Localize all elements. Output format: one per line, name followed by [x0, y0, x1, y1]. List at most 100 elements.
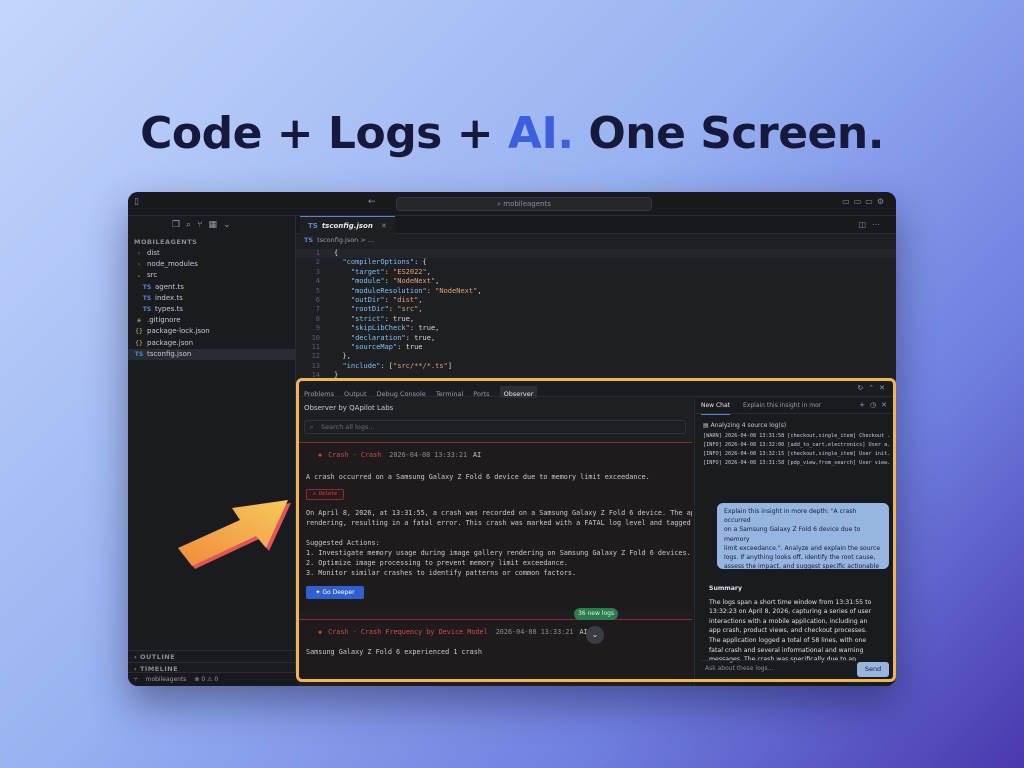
- code-line[interactable]: 5 "moduleResolution": "NodeNext",: [296, 287, 896, 296]
- sidebar-toolbar: ❐⌕⑂▦⌄: [128, 216, 295, 236]
- code-text: "declaration": true,: [350, 333, 436, 342]
- source-log-line[interactable]: [INFO] 2026-04-08 13:32:15 [checkout,sin…: [703, 450, 891, 459]
- file-tree-item[interactable]: TS tsconfig.json: [128, 348, 295, 360]
- source-log-line[interactable]: [WARN] 2026-04-08 13:31:58 [checkout,sin…: [703, 432, 891, 441]
- file-tree-item[interactable]: ◈ .gitignore: [128, 315, 295, 326]
- card-timestamp: 2026-04-08 13:33:21: [389, 451, 468, 459]
- explorer-section-title[interactable]: MOBILEAGENTS: [128, 236, 295, 248]
- scroll-down-icon[interactable]: ⌄: [586, 626, 604, 644]
- source-log-line[interactable]: [INFO] 2026-04-08 13:31:58 [pdp_view,fro…: [703, 459, 891, 468]
- file-tree-item[interactable]: TS index.ts: [128, 293, 295, 304]
- editor-actions-icons[interactable]: ◫⋯: [858, 220, 886, 229]
- tab-tsconfig[interactable]: TS tsconfig.json ✕: [300, 216, 395, 234]
- code-editor[interactable]: 1{2 "compilerOptions": {3 "target": "ES2…: [296, 249, 896, 399]
- insight-card-frequency: ✹ Crash - Crash Frequency by Device Model…: [298, 620, 692, 680]
- ts-file-icon: TS: [304, 236, 314, 244]
- reply-line: The logs span a short time window from 1…: [709, 598, 872, 606]
- branch-label[interactable]: mobileagents: [146, 676, 187, 683]
- sidebar-toggle-icon[interactable]: ▯: [134, 197, 139, 207]
- user-message-line: assess the impact, and suggest specific …: [724, 563, 880, 571]
- chevron-right-icon: ›: [137, 250, 141, 257]
- code-line[interactable]: 10 "declaration": true,: [296, 334, 896, 343]
- headline: Code + Logs + AI. One Screen.: [0, 108, 1024, 159]
- chat-tabs: New Chat Explain this insight in mor +◷✕: [695, 398, 896, 415]
- log-search-input[interactable]: ⌕ Search all logs...: [304, 420, 686, 434]
- back-arrow-icon[interactable]: ←: [368, 197, 376, 207]
- file-tree: › dist › node_modules ⌄ src TS agent.ts TS index.…: [128, 248, 295, 360]
- command-center-search[interactable]: ⌕ mobileagents: [396, 197, 652, 211]
- bottom-panel: Problems Output Debug Console Terminal Ports…: [298, 380, 896, 686]
- code-line[interactable]: 7 "rootDir": "src",: [296, 305, 896, 314]
- log-search-placeholder: Search all logs...: [321, 423, 375, 431]
- code-line[interactable]: 3 "target": "ES2022",: [296, 268, 896, 277]
- code-line[interactable]: 1{: [296, 249, 896, 259]
- code-line[interactable]: 6 "outDir": "dist",: [296, 296, 896, 305]
- files-icon[interactable]: ❐: [172, 220, 186, 230]
- reply-line: fatal crash and several informational an…: [709, 646, 864, 654]
- reply-title: Summary: [709, 585, 743, 592]
- file-tree-item[interactable]: › dist: [128, 248, 295, 259]
- ide-window: ▯ ← ⌕ mobileagents ▭▭▭⚙ ❐⌕⑂▦⌄ MOBILEAGEN…: [128, 192, 896, 686]
- outline-section[interactable]: › OUTLINE: [128, 650, 296, 662]
- search-icon[interactable]: ⌕: [186, 220, 197, 230]
- source-control-icon[interactable]: ⑂: [197, 220, 208, 230]
- reply-line: app crash, product views, and checkout p…: [709, 627, 867, 635]
- delete-button[interactable]: ✕ Delete: [306, 489, 344, 500]
- file-tree-item-label: types.ts: [155, 304, 183, 313]
- git-icon: ◈: [136, 317, 142, 325]
- file-tree-item[interactable]: TS types.ts: [128, 304, 295, 315]
- headline-part2: One Screen.: [573, 108, 884, 159]
- code-line[interactable]: 13 "include": ["src/**/*.ts"]: [296, 362, 896, 371]
- observer-title: Observer by QApilot Labs: [304, 404, 394, 412]
- send-button[interactable]: Send: [857, 662, 889, 677]
- code-text: "target": "ES2022",: [350, 267, 431, 276]
- layout-icons[interactable]: ▭▭▭⚙: [842, 197, 888, 206]
- line-number: 1: [315, 249, 320, 257]
- file-tree-item-label: node_modules: [147, 260, 198, 269]
- tab-label: tsconfig.json: [321, 222, 373, 230]
- source-log-line[interactable]: [INFO] 2026-04-08 13:32:00 [add_to_cart,…: [703, 441, 891, 450]
- line-number: 7: [315, 305, 320, 314]
- more-icon[interactable]: ⌄: [223, 220, 237, 230]
- panel-actions-icons[interactable]: ↻⌃✕: [857, 384, 890, 392]
- file-tree-item-label: tsconfig.json: [147, 349, 192, 358]
- line-number: 6: [315, 295, 320, 304]
- file-tree-item-label: dist: [147, 249, 160, 257]
- card-body-line: [306, 528, 692, 538]
- code-line[interactable]: 8 "strict": true,: [296, 315, 896, 324]
- file-tree-item[interactable]: {} package.json: [128, 338, 295, 349]
- extensions-icon[interactable]: ▦: [209, 220, 224, 230]
- problems-count[interactable]: ⊗ 0 ⚠ 0: [194, 676, 218, 683]
- file-tree-item[interactable]: TS agent.ts: [128, 282, 295, 293]
- tab-explain-insight[interactable]: Explain this insight in mor: [743, 398, 821, 414]
- go-deeper-button[interactable]: ✦ Go Deeper: [306, 586, 364, 599]
- headline-accent: AI.: [507, 108, 574, 159]
- line-number: 10: [311, 333, 320, 342]
- card-summary: A crash occurred on a Samsung Galaxy Z F…: [306, 473, 650, 481]
- code-text: "outDir": "dist",: [350, 295, 423, 304]
- ts-file-icon: TS: [308, 222, 318, 230]
- close-icon[interactable]: ✕: [381, 222, 387, 230]
- code-line[interactable]: 9 "skipLibCheck": true,: [296, 324, 896, 333]
- code-line[interactable]: 12 },: [296, 352, 896, 361]
- breadcrumb: TS tsconfig.json > ...: [296, 234, 896, 247]
- tab-new-chat[interactable]: New Chat: [701, 398, 731, 415]
- chat-input[interactable]: Ask about these logs...: [701, 660, 853, 676]
- breadcrumb-file[interactable]: tsconfig.json: [317, 236, 358, 244]
- code-line[interactable]: 4 "module": "NodeNext",: [296, 277, 896, 286]
- card-label: Crash - Crash: [328, 451, 382, 459]
- card-header: ✹ Crash - Crash 2026-04-08 13:33:21 AI: [306, 449, 692, 461]
- file-tree-item[interactable]: ⌄ src: [128, 270, 295, 281]
- card-body-line: On April 8, 2026, at 13:31:55, a crash w…: [306, 509, 692, 517]
- breadcrumb-rest: > ...: [360, 236, 375, 244]
- file-tree-item[interactable]: › node_modules: [128, 259, 295, 270]
- code-line[interactable]: 2 "compilerOptions": {: [296, 258, 896, 267]
- chat-actions-icons[interactable]: +◷✕: [859, 401, 892, 409]
- file-tree-item-label: src: [147, 271, 158, 280]
- user-message-line: logs. If anything looks off, identify th…: [724, 554, 876, 562]
- code-line[interactable]: 11 "sourceMap": true: [296, 343, 896, 352]
- ts-file-icon: TS: [142, 283, 152, 291]
- new-logs-badge[interactable]: 36 new logs: [574, 608, 618, 620]
- file-tree-item[interactable]: {} package-lock.json: [128, 326, 295, 337]
- line-number: 3: [315, 267, 320, 276]
